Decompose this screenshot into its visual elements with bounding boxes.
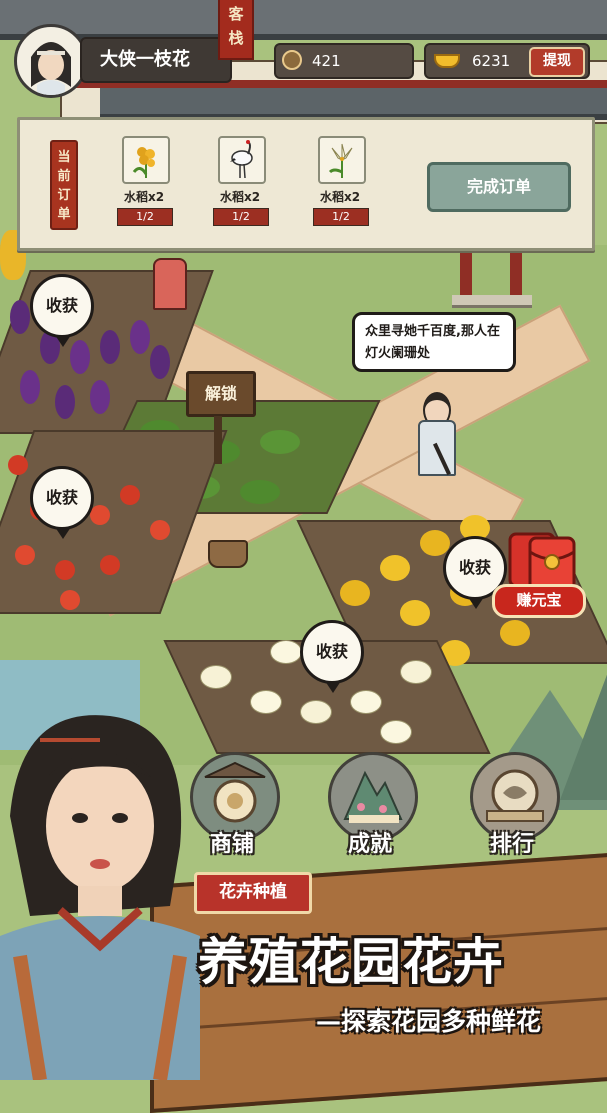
pavilion-base — [452, 295, 532, 308]
lily — [350, 690, 382, 714]
eggplant — [100, 330, 120, 364]
eggplant — [130, 320, 150, 354]
player-avatar[interactable] — [14, 24, 88, 98]
ranking-button[interactable]: 排行 — [464, 752, 560, 862]
order-item-name: 水稻x2 — [123, 190, 165, 204]
tomato — [55, 560, 75, 580]
eggplant — [150, 345, 170, 379]
achievement-button[interactable]: 成就 — [322, 752, 418, 862]
tomato — [60, 590, 80, 610]
unlock-sign[interactable]: 解锁 — [186, 371, 256, 417]
lettuce — [260, 430, 300, 454]
eggplant — [10, 300, 30, 334]
tomato — [15, 545, 35, 565]
inn-roof — [0, 0, 607, 40]
red-packet-label: 赚元宝 — [492, 584, 586, 618]
order-item[interactable]: 水稻x2 1/2 — [210, 136, 270, 226]
avatar-icon — [31, 42, 71, 95]
red-packet-icon — [508, 532, 576, 592]
osmanthus — [340, 580, 370, 606]
rice-icon — [122, 136, 170, 184]
coin-value: 421 — [312, 52, 341, 70]
scholar-character[interactable] — [410, 392, 460, 482]
order-item[interactable]: 水稻x2 1/2 — [114, 136, 174, 226]
lily-icon — [318, 136, 366, 184]
inn-lower-roof — [100, 88, 607, 120]
osmanthus — [420, 530, 450, 556]
banner-subline: —探索花园多种鲜花 — [316, 1007, 542, 1036]
crane-icon — [218, 136, 266, 184]
category-badge: 花卉种植 — [194, 872, 312, 914]
player-name: 大侠一枝花 — [80, 37, 232, 83]
harvest-bubble-tomato[interactable]: 收获 — [30, 466, 94, 539]
rice-icon-graphic — [132, 147, 155, 178]
lily — [250, 690, 282, 714]
speech-bubble: 众里寻她千百度,那人在灯火阑珊处 — [352, 312, 516, 372]
lily — [200, 665, 232, 689]
osmanthus — [400, 600, 430, 626]
lady-portrait — [0, 696, 200, 1082]
mountain — [560, 640, 607, 800]
girl-robe — [153, 258, 187, 310]
withdraw-button[interactable]: 提现 — [529, 47, 585, 77]
lily-icon-graphic — [328, 143, 353, 178]
order-item-name: 水稻x2 — [219, 190, 261, 204]
eggplant — [90, 380, 110, 414]
order-item-progress: 1/2 — [313, 208, 369, 226]
tomato — [150, 520, 170, 540]
order-panel: 当前订单 水稻x2 1/2 水稻x2 1/2 水稻x2 1/2 完成订单 — [17, 117, 595, 251]
lady-portrait-graphic — [0, 715, 200, 1082]
achievement-label: 成就 — [347, 832, 392, 857]
coin-counter: 421 — [274, 43, 414, 79]
order-tag-text: 当前订单 — [57, 150, 71, 222]
order-item-progress: 1/2 — [213, 208, 269, 226]
osmanthus — [380, 555, 410, 581]
girl-character[interactable] — [148, 248, 188, 310]
complete-order-button[interactable]: 完成订单 — [427, 162, 571, 212]
gold-ingot-icon — [434, 54, 460, 68]
order-item-progress: 1/2 — [117, 208, 173, 226]
lettuce — [240, 480, 280, 504]
ranking-label: 排行 — [489, 832, 534, 857]
unlock-sign-post — [214, 416, 222, 464]
lily — [380, 720, 412, 744]
harvest-bubble-eggplant[interactable]: 收获 — [30, 274, 94, 347]
tomato — [100, 555, 120, 575]
eggplant — [20, 370, 40, 404]
lily — [300, 700, 332, 724]
tomato — [8, 455, 28, 475]
inn-sign: 客栈 — [218, 0, 254, 60]
order-tag: 当前订单 — [50, 140, 78, 230]
coin-icon — [282, 50, 302, 70]
red-packet-button[interactable]: 赚元宝 — [490, 530, 586, 618]
banner-headline: 养殖花园花卉 — [198, 933, 504, 991]
order-item[interactable]: 水稻x2 1/2 — [310, 136, 370, 226]
ingot-value: 6231 — [472, 52, 511, 70]
lily — [270, 640, 302, 664]
harvest-bubble-lily[interactable]: 收获 — [300, 620, 364, 693]
eggplant — [70, 340, 90, 374]
order-item-name: 水稻x2 — [319, 190, 361, 204]
water-bucket-icon[interactable] — [208, 540, 248, 568]
crane-icon-graphic — [230, 140, 253, 179]
lily — [400, 660, 432, 684]
osmanthus — [500, 620, 530, 646]
tomato — [90, 505, 110, 525]
inn-sign-text: 客栈 — [228, 5, 244, 47]
eggplant — [55, 385, 75, 419]
tomato — [120, 485, 140, 505]
